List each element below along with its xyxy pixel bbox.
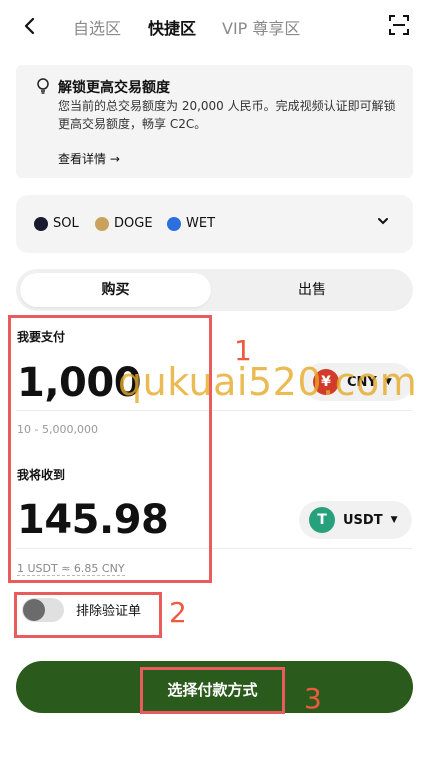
wet-icon [167,216,181,231]
scan-button[interactable] [388,14,410,36]
tab-buy[interactable]: 购买 [20,273,211,307]
coin-doge[interactable]: DOGE [95,216,153,231]
coin-label: DOGE [114,216,153,231]
coin-label: SOL [53,216,79,231]
view-details-link[interactable]: 查看详情 → [58,150,120,167]
receive-currency-select[interactable]: T USDT ▼ [299,501,412,539]
doge-icon [95,216,109,231]
chevron-down-icon[interactable] [376,214,390,232]
scan-icon [389,15,409,35]
watermark: qukuai520.com [118,360,418,404]
currency-label: USDT [343,512,383,528]
chevron-left-icon [24,17,35,35]
annotation-box-2 [14,592,162,638]
back-button[interactable] [18,14,42,38]
select-payment-label: 选择付款方式 [140,667,285,714]
tab-sell[interactable]: 出售 [213,273,411,307]
lightbulb-icon [36,78,50,94]
annotation-number-3: 3 [304,682,322,715]
annotation-number-2: 2 [169,596,187,629]
coin-sol[interactable]: SOL [34,216,79,231]
annotation-box-1 [8,315,212,583]
caret-down-icon: ▼ [390,515,398,525]
tab-watchlist[interactable]: 自选区 [73,15,121,39]
notice-title: 解锁更高交易额度 [58,80,170,96]
sol-icon [34,216,48,231]
tab-vip[interactable]: VIP 尊享区 [222,15,300,39]
notice-body: 您当前的总交易额度为 20,000 人民币。完成视频认证即可解锁更高交易额度，畅… [58,99,396,131]
usdt-icon: T [309,507,335,533]
coin-wet[interactable]: WET [167,216,215,231]
tab-express[interactable]: 快捷区 [148,15,196,39]
coin-label: WET [186,216,216,231]
